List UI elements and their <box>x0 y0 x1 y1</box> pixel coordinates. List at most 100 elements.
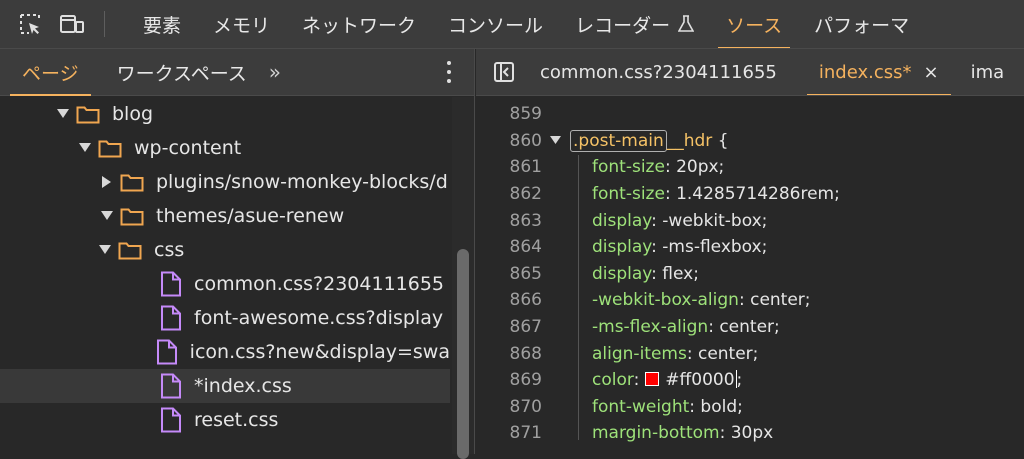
navigator-tabs: ページ ワークスペース » <box>0 49 474 96</box>
caret-down-icon[interactable] <box>78 141 92 155</box>
code-line[interactable]: 869 color: #ff0000; <box>476 367 1024 394</box>
tab-label: ima <box>970 61 1005 83</box>
code-line[interactable]: 859 <box>476 101 1024 128</box>
editor-tabs: common.css?2304111655 index.css* × ima <box>476 49 1024 96</box>
tree-folder[interactable]: blog <box>0 97 450 131</box>
tab-label: ワークスペース <box>116 62 247 85</box>
tab-label: ネットワーク <box>302 14 417 37</box>
more-tabs-icon[interactable]: » <box>261 60 289 84</box>
tab-memory[interactable]: メモリ <box>197 0 286 48</box>
tree-folder[interactable]: wp-content <box>0 131 450 165</box>
code-line[interactable]: 868 align-items: center; <box>476 340 1024 367</box>
device-toggle-icon[interactable] <box>58 10 86 38</box>
navigator-scrollbar[interactable] <box>452 97 474 459</box>
tree-file[interactable]: reset.css <box>0 403 450 437</box>
code-text: display: -webkit-box; <box>592 211 767 231</box>
code-text: font-weight: bold; <box>592 397 743 417</box>
caret-down-icon[interactable] <box>56 107 70 121</box>
tree-file[interactable]: font-awesome.css?display <box>0 301 450 335</box>
tab-elements[interactable]: 要素 <box>127 0 197 48</box>
code-line[interactable]: 865 display: flex; <box>476 261 1024 288</box>
css-property: font-size <box>592 157 665 178</box>
tab-label: レコーダー <box>575 14 671 37</box>
caret-right-icon[interactable] <box>100 175 114 189</box>
tab-label: ソース <box>726 14 783 37</box>
code-line[interactable]: 862 font-size: 1.4285714286rem; <box>476 181 1024 208</box>
tab-network[interactable]: ネットワーク <box>286 0 432 48</box>
code-text: -webkit-box-align: center; <box>592 290 811 310</box>
css-value: bold; <box>695 396 743 417</box>
css-property: font-weight <box>592 396 690 417</box>
css-value: center; <box>692 343 759 364</box>
code-line[interactable]: 863 display: -webkit-box; <box>476 207 1024 234</box>
tree-item-label: themes/asue-renew <box>156 205 345 227</box>
devtools-toolbar: 要素 メモリ ネットワーク コンソール レコーダー ソース パフォーマ <box>0 0 1024 49</box>
line-number: 871 <box>509 423 542 444</box>
line-number: 867 <box>509 317 542 338</box>
semicolon: ; <box>736 370 743 391</box>
editor-tab-common-css[interactable]: common.css?2304111655 <box>540 49 789 95</box>
code-text: align-items: center; <box>592 344 758 364</box>
tree-folder[interactable]: plugins/snow-monkey-blocks/d <box>0 165 450 199</box>
caret-down-icon[interactable] <box>100 209 114 223</box>
file-icon <box>156 339 178 365</box>
tree-item-label: plugins/snow-monkey-blocks/d <box>156 171 448 193</box>
tab-label: パフォーマ <box>814 14 910 37</box>
file-icon <box>160 373 182 399</box>
code-text: -ms-flex-align: center; <box>592 317 780 337</box>
file-icon <box>160 407 182 433</box>
css-selector: __hdr <box>666 130 713 151</box>
tree-item-label: icon.css?new&display=swa <box>189 341 450 363</box>
sidebar-toggle-icon[interactable] <box>490 58 518 86</box>
code-area[interactable]: 859 860 .post-main __hdr {861 font-size: 20p… <box>476 97 1024 454</box>
line-number: 868 <box>509 343 542 364</box>
brace: { <box>712 130 729 151</box>
tree-file[interactable]: icon.css?new&display=swa <box>0 335 450 369</box>
code-line[interactable]: 870 font-weight: bold; <box>476 394 1024 421</box>
css-property: -webkit-box-align <box>592 290 739 311</box>
code-line[interactable]: 867 -ms-flex-align: center; <box>476 314 1024 341</box>
tab-sources[interactable]: ソース <box>710 0 798 48</box>
tree-item-label: blog <box>112 103 154 125</box>
code-text: display: -ms-flexbox; <box>592 237 767 257</box>
folder-icon <box>118 240 142 260</box>
css-property: margin-bottom <box>592 423 720 444</box>
line-number: 860 <box>509 130 542 151</box>
tab-workspace[interactable]: ワークスペース <box>103 49 261 96</box>
tab-recorder[interactable]: レコーダー <box>559 0 710 48</box>
tab-performance[interactable]: パフォーマ <box>798 0 925 48</box>
fold-caret-icon[interactable] <box>542 136 568 145</box>
scrollbar-thumb[interactable] <box>457 249 469 459</box>
code-line[interactable]: 866 -webkit-box-align: center; <box>476 287 1024 314</box>
code-line[interactable]: 860 .post-main __hdr { <box>476 128 1024 155</box>
caret-down-icon[interactable] <box>98 243 112 257</box>
css-value: flex; <box>656 263 699 284</box>
tab-label: ページ <box>22 62 79 85</box>
css-value: center; <box>713 317 780 338</box>
code-text: .post-main __hdr { <box>570 129 729 152</box>
code-line[interactable]: 864 display: -ms-flexbox; <box>476 234 1024 261</box>
editor-tab-overflow[interactable]: ima <box>959 49 1017 95</box>
colon: : <box>633 370 640 391</box>
tree-item-label: wp-content <box>134 137 242 159</box>
css-value: -ms-flexbox; <box>656 237 768 258</box>
css-value: #ff0000 <box>665 370 735 391</box>
more-options-icon[interactable] <box>446 61 452 83</box>
editor-tab-index-css[interactable]: index.css* × <box>806 49 951 95</box>
tree-folder[interactable]: css <box>0 233 450 267</box>
line-number: 865 <box>509 263 542 284</box>
code-line[interactable]: 871 margin-bottom: 30px <box>476 420 1024 447</box>
css-value: 30px <box>725 423 774 444</box>
tree-folder[interactable]: themes/asue-renew <box>0 199 450 233</box>
code-line[interactable]: 861 font-size: 20px; <box>476 154 1024 181</box>
tree-file[interactable]: *index.css <box>0 369 450 403</box>
color-swatch[interactable] <box>645 372 660 387</box>
line-number: 863 <box>509 210 542 231</box>
close-icon[interactable]: × <box>923 62 938 83</box>
tab-console[interactable]: コンソール <box>432 0 559 48</box>
inspect-icon[interactable] <box>16 10 44 38</box>
folder-icon <box>76 104 100 124</box>
tree-file[interactable]: common.css?2304111655 <box>0 267 450 301</box>
tab-page[interactable]: ページ <box>0 49 93 96</box>
tree-item-label: font-awesome.css?display <box>194 307 444 329</box>
